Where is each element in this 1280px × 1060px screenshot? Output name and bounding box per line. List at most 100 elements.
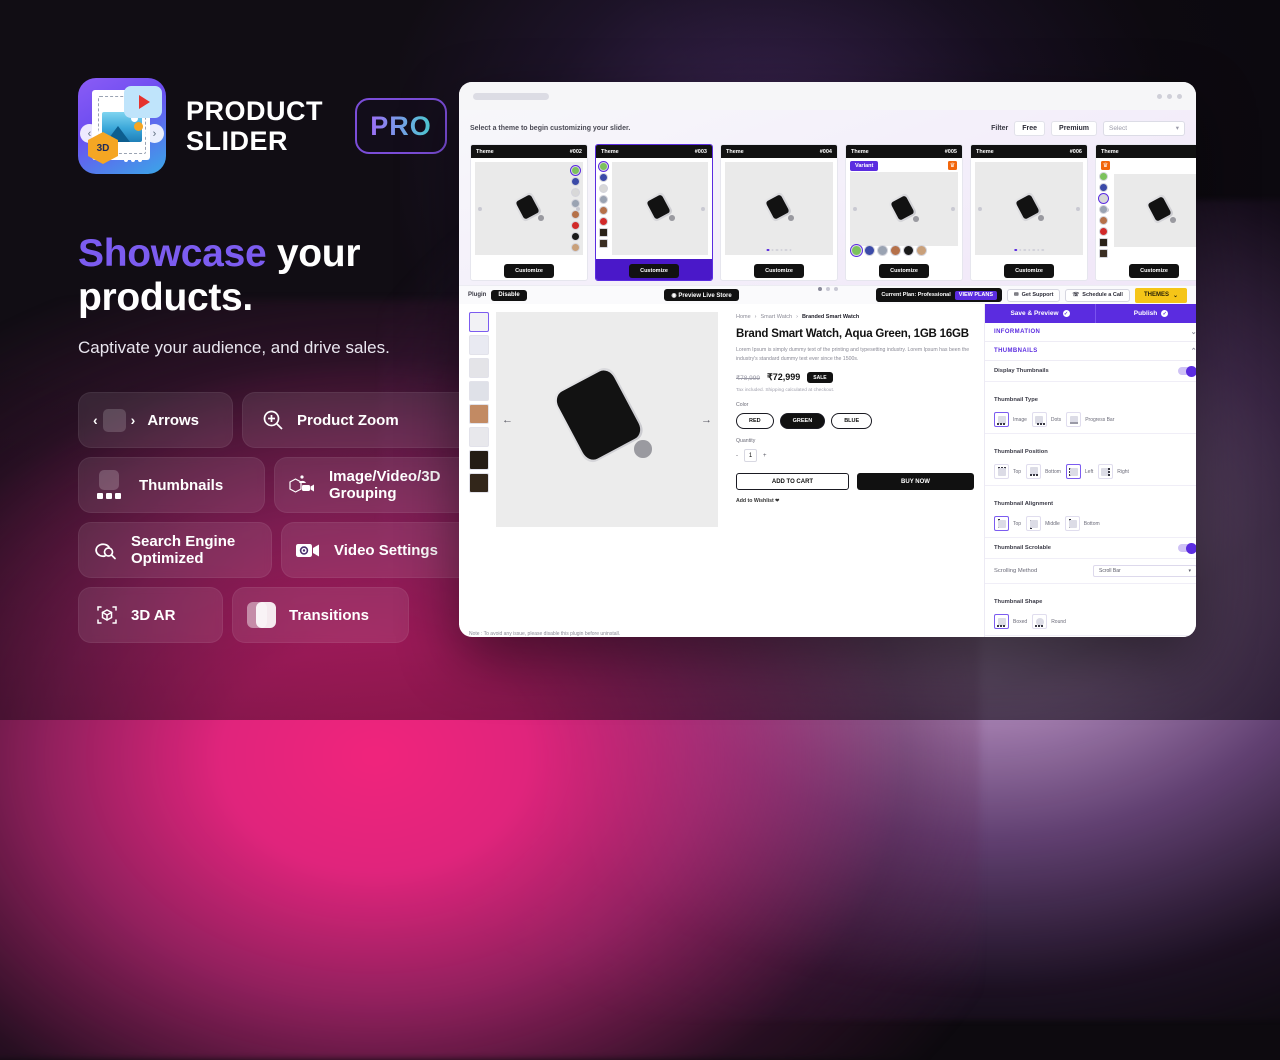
color-swatch-group: RED GREEN BLUE <box>736 413 974 430</box>
themes-dropdown-button[interactable]: THEMES ⌄ <box>1134 287 1187 303</box>
chevron-down-icon: ⌄ <box>1190 329 1196 336</box>
accordion-thumbnails[interactable]: THUMBNAILS ⌃ <box>985 342 1196 361</box>
view-plans-button[interactable]: VIEW PLANS <box>954 290 998 300</box>
schedule-call-button[interactable]: ☏ Schedule a Call <box>1065 288 1130 302</box>
align-middle-icon <box>1026 516 1042 531</box>
filter-label: Filter <box>991 124 1009 132</box>
add-to-cart-button[interactable]: ADD TO CART <box>736 473 849 491</box>
save-preview-button[interactable]: Save & Preview ✓ <box>985 304 1095 323</box>
thumbnail-item[interactable] <box>469 473 489 493</box>
customize-button[interactable]: Customize <box>629 263 679 278</box>
window-controls[interactable] <box>1157 93 1182 99</box>
thumbnail-item[interactable] <box>469 358 489 378</box>
theme-card[interactable]: Theme #005 Variant ♛ Customize <box>845 144 963 281</box>
brand-title: PRODUCT SLIDER <box>186 96 323 157</box>
thumbnail-type-option-progress-bar[interactable]: Progress Bar <box>1066 412 1114 427</box>
thumbnail-item[interactable] <box>469 404 489 424</box>
product-thumbnail-strip[interactable] <box>469 312 489 617</box>
preview-live-store-button[interactable]: ◉ Preview Live Store <box>664 289 739 301</box>
next-image-arrow-icon[interactable]: → <box>701 414 712 426</box>
get-support-button[interactable]: ✉ Get Support <box>1007 288 1061 302</box>
theme-card[interactable]: Theme #002 Customize <box>470 144 588 281</box>
add-to-wishlist-link[interactable]: Add to Wishlist ❤ <box>736 498 974 504</box>
thumbnail-position-option-left[interactable]: Left <box>1065 464 1093 479</box>
thumbnail-alignment-option-middle[interactable]: Middle <box>1026 516 1060 531</box>
thumbnail-item[interactable] <box>469 335 489 355</box>
thumbnail-position-option-top[interactable]: Top <box>994 464 1021 479</box>
customize-button[interactable]: Customize <box>504 263 554 278</box>
position-bottom-icon <box>1026 464 1042 479</box>
feature-pill-product-zoom[interactable]: Product Zoom <box>242 392 478 449</box>
thumbnail-item[interactable] <box>469 427 489 447</box>
thumbnail-item[interactable] <box>469 450 489 470</box>
window-chrome <box>459 82 1196 110</box>
thumbnail-type-option-dots[interactable]: Dots <box>1031 412 1061 427</box>
brand-title-line1: PRODUCT <box>186 95 323 126</box>
theme-card-code: #005 <box>944 148 957 155</box>
hero-headline: Showcase your products. <box>78 232 478 320</box>
breadcrumb-item[interactable]: Smart Watch <box>761 314 793 320</box>
accordion-information[interactable]: INFORMATION ⌄ <box>985 323 1196 342</box>
theme-card-footer: Customize <box>596 259 712 280</box>
theme-card[interactable]: Theme #004 Customize <box>720 144 838 281</box>
color-option-red[interactable]: RED <box>736 413 774 430</box>
filter-free-button[interactable]: Free <box>1014 120 1046 136</box>
app-logo-icon: ‹ › 3D <box>78 78 166 174</box>
customize-button[interactable]: Customize <box>1004 263 1054 278</box>
thumbnail-position-option-right[interactable]: Right <box>1098 464 1129 479</box>
product-preview: ← → Home › Smart Watch › Branded Smart Wat… <box>459 304 984 625</box>
theme-card-footer: Customize <box>846 259 962 280</box>
product-image-stage: ← → <box>496 312 718 527</box>
breadcrumb-item[interactable]: Home <box>736 314 751 320</box>
theme-card[interactable]: Theme #003 Customize <box>595 144 713 281</box>
quantity-stepper[interactable]: - 1 + <box>736 449 974 463</box>
display-thumbnails-toggle[interactable] <box>1178 365 1196 377</box>
scrolling-method-select[interactable]: Scroll Bar ▾ <box>1093 565 1196 577</box>
accordion-information-label: INFORMATION <box>994 329 1041 335</box>
feature-pill-3d-ar[interactable]: 3D AR <box>78 587 223 644</box>
thumbnail-item[interactable] <box>469 312 489 332</box>
feature-pill-seo[interactable]: Search Engine Optimized <box>78 522 272 579</box>
feature-label: 3D AR <box>131 606 176 624</box>
brand-row: ‹ › 3D PRODUCT SLIDER PRO <box>78 78 478 174</box>
thumbnail-shape-option-boxed[interactable]: Boxed <box>994 614 1027 629</box>
feature-pill-video-settings[interactable]: Video Settings <box>281 522 478 579</box>
shape-round-icon <box>1032 614 1048 629</box>
feature-pill-media-grouping[interactable]: Image/Video/3D Grouping <box>274 457 478 514</box>
feature-pill-arrows[interactable]: ‹ › Arrows <box>78 392 233 449</box>
quantity-increment-button[interactable]: + <box>763 453 767 459</box>
thumbnail-type-option-image[interactable]: Image <box>994 412 1027 427</box>
theme-card-code: #003 <box>694 148 707 155</box>
theme-dot-pagination <box>766 248 792 251</box>
uninstall-note: Note : To avoid any issue, please disabl… <box>469 631 621 637</box>
chevron-up-icon: ⌃ <box>1190 348 1196 355</box>
seo-search-icon <box>93 538 119 562</box>
thumbnail-shape-option-round[interactable]: Round <box>1032 614 1066 629</box>
quantity-value[interactable]: 1 <box>744 449 757 463</box>
color-option-green[interactable]: GREEN <box>779 413 826 430</box>
theme-card[interactable]: Theme #006 Customize <box>970 144 1088 281</box>
thumbnail-scrolable-toggle[interactable] <box>1178 542 1196 554</box>
publish-button[interactable]: Publish ✓ <box>1095 304 1196 323</box>
customize-button[interactable]: Customize <box>1129 263 1179 278</box>
quantity-decrement-button[interactable]: - <box>736 453 738 459</box>
prev-image-arrow-icon[interactable]: ← <box>502 414 513 426</box>
thumbnail-item[interactable] <box>469 381 489 401</box>
customize-button[interactable]: Customize <box>879 263 929 278</box>
thumbnail-position-option-bottom[interactable]: Bottom <box>1026 464 1061 479</box>
transitions-icon <box>247 602 277 629</box>
settings-panel: Save & Preview ✓ Publish ✓ INFORMATION ⌄… <box>984 304 1196 637</box>
thumbnail-alignment-option-bottom[interactable]: Bottom <box>1064 516 1100 531</box>
feature-pill-thumbnails[interactable]: Thumbnails <box>78 457 265 514</box>
customize-button[interactable]: Customize <box>754 263 804 278</box>
theme-card[interactable]: Theme #00 ♛ <box>1095 144 1196 281</box>
feature-pill-transitions[interactable]: Transitions <box>232 587 409 644</box>
filter-select-dropdown[interactable]: Select ▾ <box>1103 120 1185 136</box>
video-play-icon <box>124 86 162 118</box>
color-option-blue[interactable]: BLUE <box>831 413 873 430</box>
filter-premium-button[interactable]: Premium <box>1051 120 1097 136</box>
thumbnail-position-label: Thumbnail Position <box>994 449 1048 455</box>
plugin-disable-button[interactable]: Disable <box>491 289 527 301</box>
buy-now-button[interactable]: BUY NOW <box>857 473 974 491</box>
thumbnail-alignment-option-top[interactable]: Top <box>994 516 1021 531</box>
